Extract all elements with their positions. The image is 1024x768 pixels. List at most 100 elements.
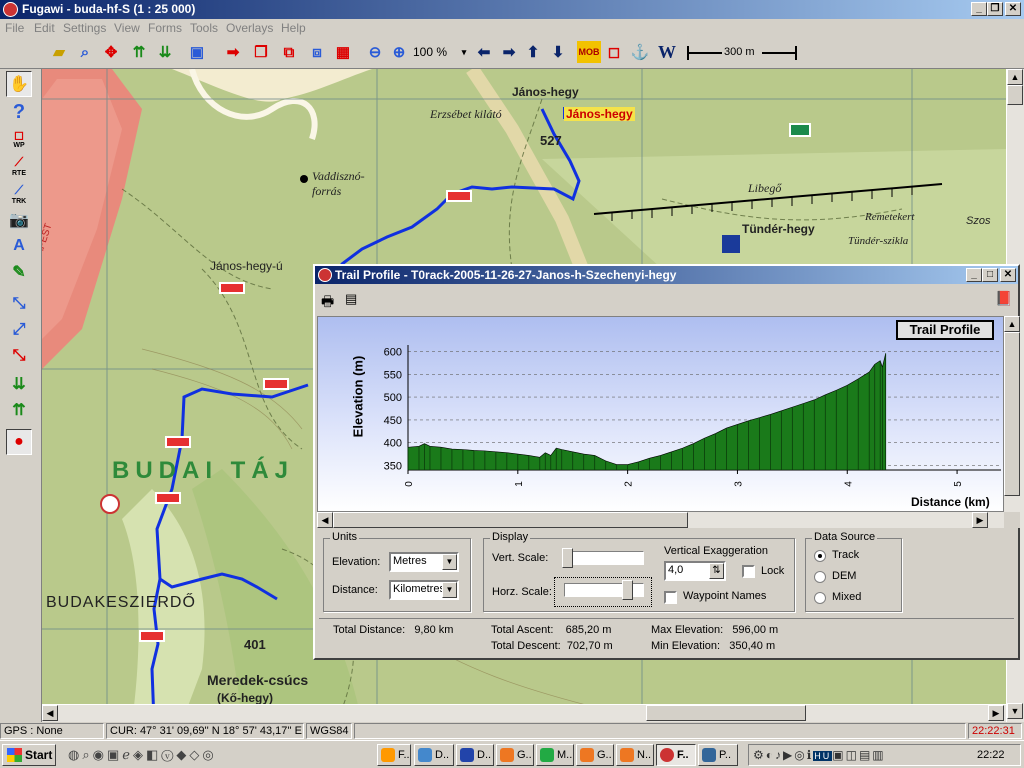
map-vscroll-thumb[interactable] [1007, 85, 1023, 105]
dialog-minimize-button[interactable]: _ [966, 268, 982, 282]
zoom-in-icon[interactable]: ⊕ [388, 41, 410, 63]
goto-icon[interactable]: ➡ [222, 41, 244, 63]
arrow-up-icon[interactable]: ⬆ [522, 41, 544, 63]
text-tool-icon[interactable]: A [6, 233, 32, 259]
arrow-down-icon[interactable]: ⬇ [547, 41, 569, 63]
map-horizontal-scrollbar[interactable]: ◀ ▶ [42, 704, 1006, 722]
print-icon[interactable]: 🖶 [321, 291, 334, 315]
lock-checkbox[interactable] [742, 565, 755, 578]
layer-down-icon[interactable]: ⇊ [6, 371, 32, 397]
dialog-title-bar[interactable]: Trail Profile - T0rack-2005-11-26-27-Jan… [315, 266, 1018, 284]
radio-mixed[interactable] [814, 592, 826, 604]
scroll-up-icon[interactable]: ▲ [1007, 69, 1023, 85]
waypoint-tool[interactable]: ◻ WP [6, 125, 32, 151]
fugawi-app-icon[interactable] [3, 2, 18, 17]
radio-track[interactable] [814, 550, 826, 562]
radio-track-label: Track [832, 549, 860, 561]
w-icon[interactable]: W [656, 41, 678, 63]
menu-edit[interactable]: Edit [34, 21, 55, 35]
scroll-right-icon[interactable]: ▶ [988, 705, 1004, 721]
scroll-down-icon[interactable]: ▼ [1007, 703, 1023, 719]
elevation-units-select[interactable]: Metres ▼ [389, 552, 459, 572]
profile-chart[interactable]: 350 400 450 500 550 600 0 1 2 3 4 5 Trail Profile D… [317, 316, 1004, 512]
export-icon[interactable]: ⇊ [154, 41, 176, 63]
route-tool[interactable]: ⟋ RTE [6, 153, 32, 179]
move-waypoint-icon[interactable]: ⤡ [6, 291, 32, 317]
chart-scroll-right-icon[interactable]: ▶ [972, 512, 988, 528]
tray-icons[interactable]: ⚙◐♪▶◎ℹHU▣◫▤▥ [753, 748, 886, 762]
close-button[interactable]: ✕ [1005, 2, 1021, 16]
vert-exag-input[interactable]: 4,0 ⇅ [664, 561, 726, 581]
menu-overlays[interactable]: Overlays [226, 21, 273, 35]
open-icon[interactable]: ▰ [48, 41, 70, 63]
task-d1[interactable]: D.. [414, 744, 454, 766]
spin-icon[interactable]: ⇅ [709, 563, 724, 579]
import-icon[interactable]: ⇈ [128, 41, 150, 63]
pan-icon[interactable]: ✥ [100, 41, 122, 63]
scroll-left-icon[interactable]: ◀ [42, 705, 58, 721]
task-g1[interactable]: G.. [496, 744, 534, 766]
zoom-dropdown-icon[interactable]: ▾ [453, 41, 475, 63]
find-icon[interactable]: ⌕ [74, 41, 96, 63]
arrow-right-icon[interactable]: ➡ [498, 41, 520, 63]
distance-units-select[interactable]: Kilometres ▼ [389, 580, 459, 600]
chart-vertical-scrollbar[interactable]: ▲ [1004, 316, 1020, 512]
menu-tools[interactable]: Tools [190, 21, 218, 35]
help-icon[interactable]: ? [6, 99, 32, 125]
arrow-left-icon[interactable]: ⬅ [473, 41, 495, 63]
record-track-icon[interactable]: ● [6, 429, 32, 455]
properties-icon[interactable]: ▤ [345, 291, 357, 307]
book-icon[interactable]: 📕 [995, 290, 1012, 307]
pen-icon[interactable]: ✎ [6, 259, 32, 285]
vert-scale-thumb[interactable] [562, 548, 573, 568]
task-n[interactable]: N.. [616, 744, 654, 766]
units-group: Units Elevation: Metres ▼ Distance: Kilom… [323, 531, 471, 612]
trk-label: TRK [11, 198, 27, 205]
chart-scroll-left-icon[interactable]: ◀ [317, 512, 333, 528]
waypoint-icon[interactable]: ⧈ [306, 41, 328, 63]
minimize-button[interactable]: _ [971, 2, 987, 16]
task-d2[interactable]: D.. [456, 744, 494, 766]
zoom-out-icon[interactable]: ⊖ [364, 41, 386, 63]
track-icon[interactable]: ⧉ [278, 41, 300, 63]
menu-help[interactable]: Help [281, 21, 306, 35]
task-fugawi-active[interactable]: F.. [656, 744, 696, 766]
radio-dem[interactable] [814, 571, 826, 583]
task-g2[interactable]: G.. [576, 744, 614, 766]
chart-horizontal-scrollbar[interactable]: ◀ ▶ [317, 512, 1004, 528]
map-hscroll-thumb[interactable] [646, 705, 806, 721]
mark-icon[interactable]: ◻ [603, 41, 625, 63]
horz-scale-thumb[interactable] [622, 580, 633, 600]
vert-scale-slider[interactable] [564, 551, 644, 565]
edit-route-icon[interactable]: ⤢ [6, 317, 32, 343]
waypoint-names-checkbox[interactable] [664, 591, 677, 604]
task-m[interactable]: M.. [536, 744, 574, 766]
monitor-icon[interactable]: ▣ [186, 41, 208, 63]
layers-icon[interactable]: ▦ [332, 41, 354, 63]
menu-settings[interactable]: Settings [63, 21, 106, 35]
task-p[interactable]: P.. [698, 744, 738, 766]
menu-forms[interactable]: Forms [148, 21, 182, 35]
layer-up-icon[interactable]: ⇈ [6, 397, 32, 423]
dialog-close-button[interactable]: ✕ [1000, 268, 1016, 282]
chevron-down-icon[interactable]: ▼ [442, 582, 457, 598]
chart-scroll-up-icon[interactable]: ▲ [1004, 316, 1020, 332]
menu-view[interactable]: View [114, 21, 140, 35]
mob-icon[interactable]: MOB [577, 41, 601, 63]
chart-hscroll-thumb[interactable] [333, 512, 688, 528]
quick-launch-icons[interactable]: ◍⌕◉▣ℯ◈◧ⓥ◆◇◎ [68, 747, 217, 763]
chevron-down-icon[interactable]: ▼ [442, 554, 457, 570]
route-icon[interactable]: ❐ [250, 41, 272, 63]
edit-track-icon[interactable]: ⤡ [6, 343, 32, 369]
camera-icon[interactable]: 📷 [6, 207, 32, 233]
chart-vscroll-thumb[interactable] [1004, 332, 1020, 496]
anchor-icon[interactable]: ⚓ [629, 41, 651, 63]
dialog-maximize-button[interactable]: □ [982, 268, 998, 282]
task-fugawi[interactable]: F.. [377, 744, 411, 766]
menu-file[interactable]: File [5, 21, 24, 35]
zoom-level[interactable]: 100 % [413, 45, 447, 59]
start-button[interactable]: Start [2, 744, 56, 766]
maximize-button[interactable]: ❐ [987, 2, 1003, 16]
track-tool[interactable]: ⟋ TRK [6, 181, 32, 207]
hand-tool-icon[interactable]: ✋ [6, 71, 32, 97]
